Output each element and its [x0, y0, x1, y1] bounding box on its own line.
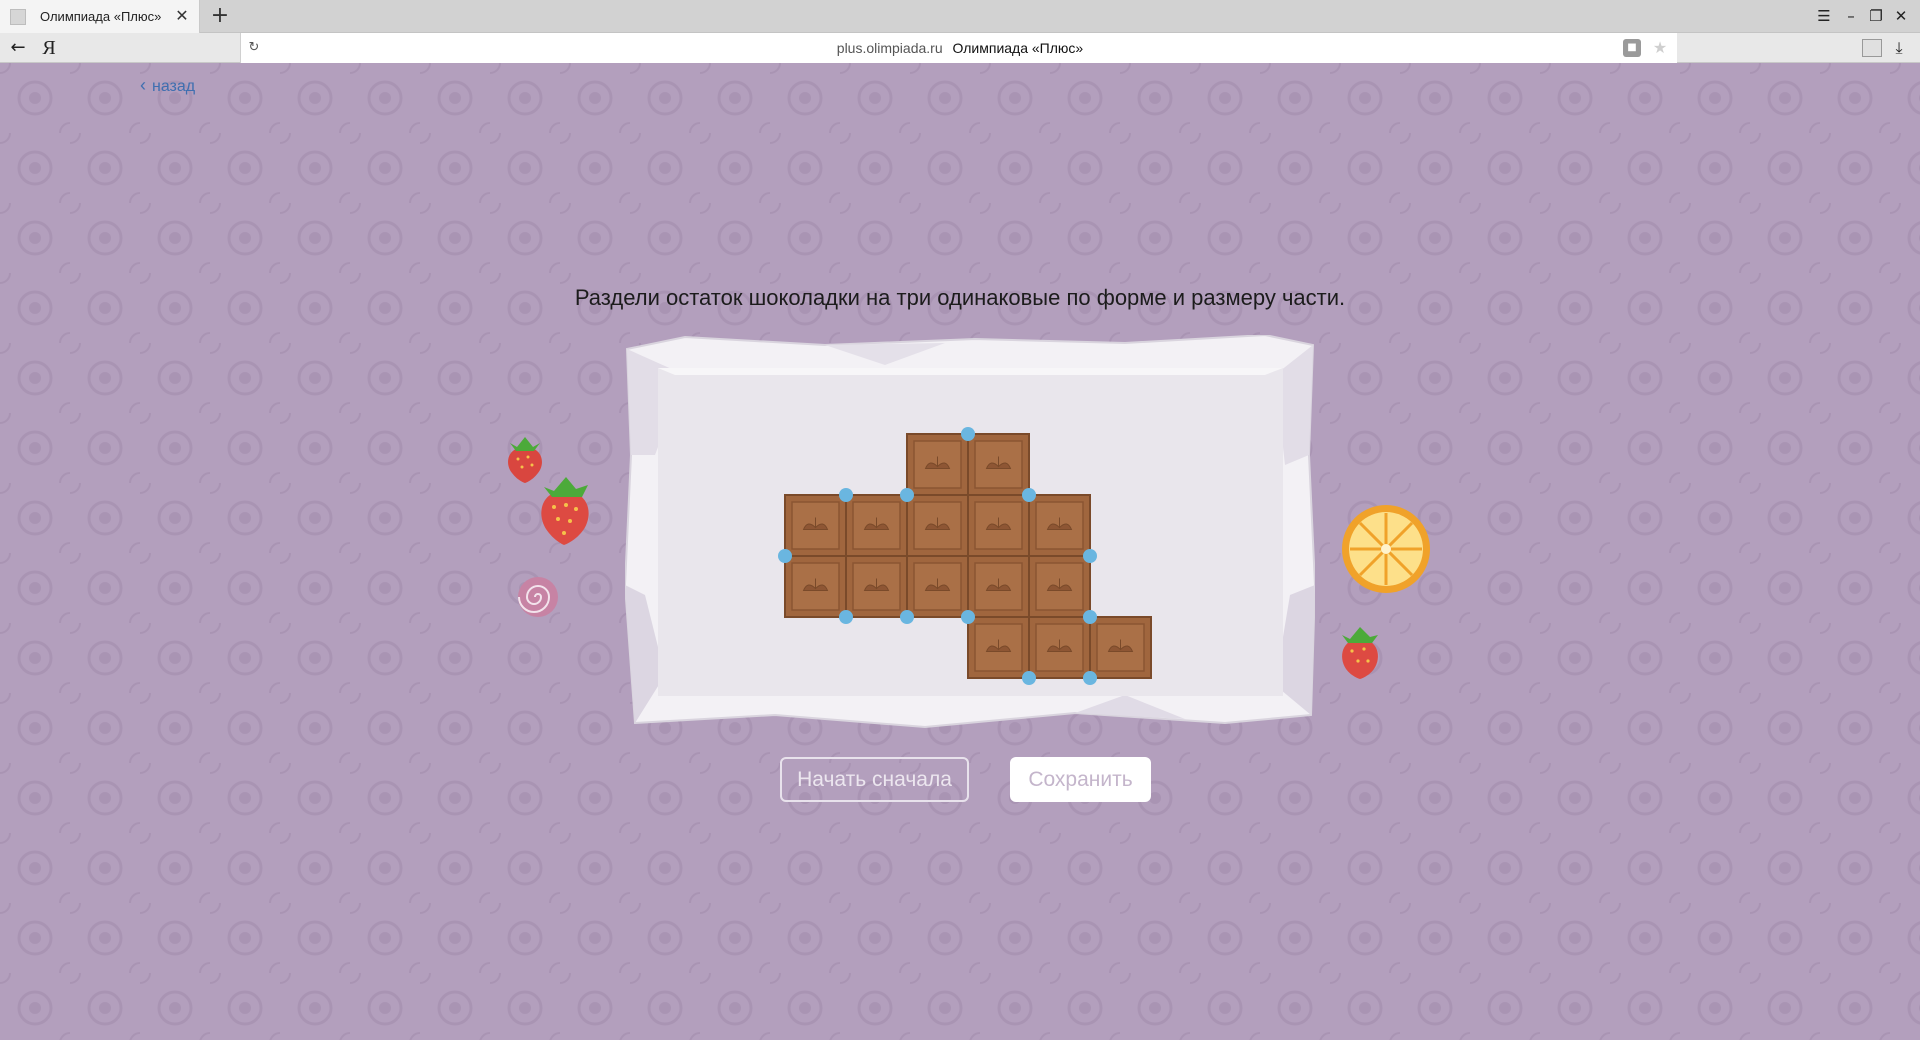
chocolate-piece: [967, 616, 1030, 679]
chocolate-piece: [784, 494, 847, 557]
chocolate-puzzle: [778, 427, 1152, 685]
close-tab-icon[interactable]: ✕: [173, 7, 191, 25]
chocolate-piece: [967, 494, 1030, 557]
cut-handle[interactable]: [900, 488, 914, 502]
reload-icon[interactable]: ↻: [245, 39, 263, 57]
tab-title: Олимпиада «Плюс»: [40, 9, 162, 24]
chocolate-piece: [1028, 494, 1091, 557]
cut-handle[interactable]: [1083, 549, 1097, 563]
browser-tab[interactable]: Олимпиада «Плюс» ✕: [0, 0, 200, 33]
chocolate-piece: [906, 494, 969, 557]
new-tab-button[interactable]: +: [208, 4, 232, 28]
chocolate-piece: [845, 555, 908, 618]
menu-icon[interactable]: ☰: [1811, 0, 1837, 33]
lock-icon[interactable]: ■: [1623, 39, 1641, 57]
cut-handle[interactable]: [1022, 671, 1036, 685]
extension-icon[interactable]: [1862, 39, 1882, 57]
cut-handle[interactable]: [778, 549, 792, 563]
strawberry-right-icon: [1342, 627, 1378, 679]
back-arrow-icon[interactable]: ←: [6, 36, 30, 60]
browser-tab-bar: Олимпиада «Плюс» ✕ + ☰ – ❐ ✕: [0, 0, 1920, 33]
strawberry-large-icon: [541, 477, 589, 545]
cut-handle[interactable]: [961, 427, 975, 441]
orange-slice-icon: [1342, 505, 1430, 593]
chocolate-piece: [845, 494, 908, 557]
cut-handle[interactable]: [961, 610, 975, 624]
chocolate-piece: [906, 555, 969, 618]
chocolate-piece: [906, 433, 969, 496]
chocolate-piece: [1028, 616, 1091, 679]
chocolate-piece: [1028, 555, 1091, 618]
url-field[interactable]: [240, 33, 1677, 63]
cut-handle[interactable]: [839, 488, 853, 502]
chocolate-piece: [784, 555, 847, 618]
page-content: ‹ назад Раздели остаток шоколадки на три …: [0, 63, 1920, 1040]
chocolate-piece: [967, 433, 1030, 496]
cut-handle[interactable]: [900, 610, 914, 624]
candy-swirl-icon: [518, 577, 558, 617]
restore-icon[interactable]: ❐: [1863, 0, 1889, 33]
chocolate-piece: [1089, 616, 1152, 679]
minimize-icon[interactable]: –: [1838, 0, 1864, 33]
download-icon[interactable]: ⤓: [1889, 37, 1909, 59]
cut-handle[interactable]: [1083, 610, 1097, 624]
cut-handle[interactable]: [839, 610, 853, 624]
cut-handle[interactable]: [1083, 671, 1097, 685]
bookmark-star-icon[interactable]: ★: [1650, 37, 1670, 59]
favicon-icon: [10, 8, 26, 25]
yandex-logo[interactable]: Я: [38, 36, 60, 60]
close-window-icon[interactable]: ✕: [1888, 0, 1914, 33]
address-bar: ← Я ↻ plus.olimpiada.ru Олимпиада «Плюс»…: [0, 33, 1920, 63]
cut-handle[interactable]: [1022, 488, 1036, 502]
save-button[interactable]: Сохранить: [1010, 757, 1151, 802]
chocolate-piece: [967, 555, 1030, 618]
restart-button[interactable]: Начать сначала: [780, 757, 969, 802]
